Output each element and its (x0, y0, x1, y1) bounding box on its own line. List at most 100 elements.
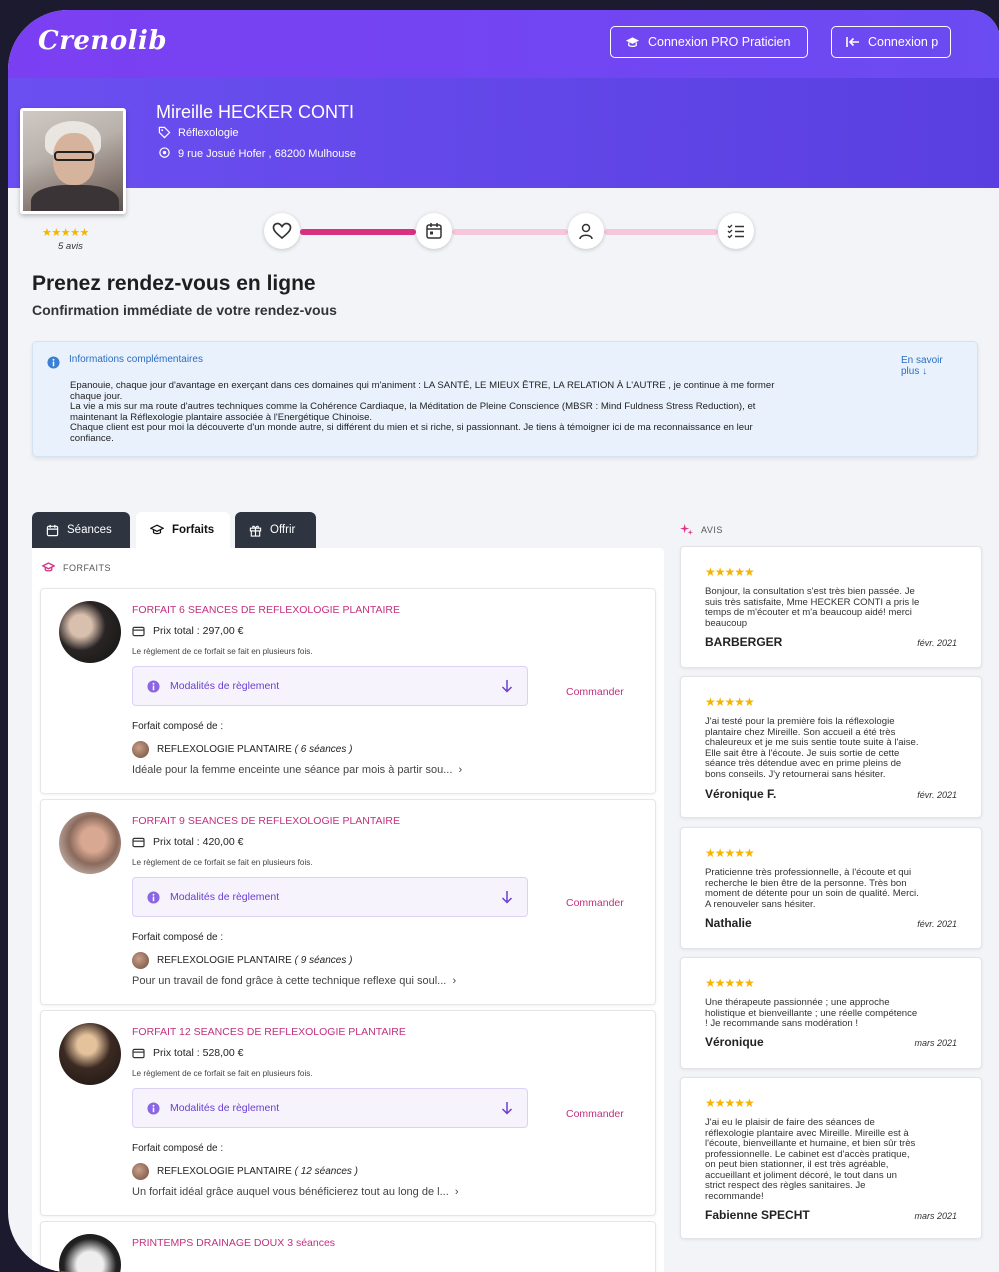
site-logo[interactable]: Crenolib (38, 26, 167, 56)
info-text: Epanouie, chaque jour d'avantage en exer… (70, 380, 870, 445)
price-text: Prix total : 420,00 € (153, 836, 244, 848)
description-text: Un forfait idéal grâce auquel vous bénéf… (132, 1186, 449, 1198)
tab-label: Séances (67, 524, 112, 536)
step-line-pending (604, 229, 718, 235)
composed-label: Forfait composé de : (132, 1143, 224, 1154)
forfait-description[interactable]: Pour un travail de fond grâce à cette te… (132, 975, 456, 987)
order-button[interactable]: Commander (566, 897, 624, 909)
forfait-price: Prix total : 297,00 € (132, 625, 243, 637)
payment-terms-dropdown[interactable]: Modalités de règlement (132, 1088, 528, 1128)
arrow-down-icon (501, 891, 513, 904)
payment-note: Le règlement de ce forfait se fait en pl… (132, 647, 313, 656)
address-row: 9 rue Josué Hofer , 68200 Mulhouse (158, 147, 356, 160)
review-author: Fabienne SPECHT (705, 1208, 810, 1222)
credit-card-icon (132, 1048, 145, 1058)
composed-label: Forfait composé de : (132, 932, 224, 943)
review-line: Une thérapeute passionnée ; une approche (705, 997, 890, 1008)
review-line: on peut bien stationner, il est très agr… (705, 1159, 889, 1170)
calendar-icon (46, 524, 59, 536)
pro-login-button[interactable]: Connexion PRO Praticien (610, 26, 808, 58)
app-window: Crenolib Connexion PRO Praticien Connexi… (8, 10, 999, 1272)
forfait-description[interactable]: Idéale pour la femme enceinte une séance… (132, 764, 462, 776)
section-label-text: AVIS (701, 524, 723, 535)
payment-terms-label: Modalités de règlement (170, 1102, 280, 1114)
review-line: beaucoup (705, 617, 748, 629)
section-label-text: FORFAITS (63, 562, 112, 573)
step-favorite[interactable] (264, 213, 300, 249)
price-text: Prix total : 297,00 € (153, 625, 244, 637)
component-row: REFLEXOLOGIE PLANTAIRE ( 12 séances ) (132, 1163, 358, 1180)
review-card: ★★★★★ Praticienne très professionnelle, … (680, 827, 982, 949)
forfait-card: FORFAIT 6 SEANCES DE REFLEXOLOGIE PLANTA… (40, 588, 656, 794)
info-icon (47, 356, 60, 369)
component-name: REFLEXOLOGIE PLANTAIRE (157, 1166, 292, 1177)
forfait-description[interactable]: Un forfait idéal grâce auquel vous bénéf… (132, 1186, 459, 1198)
chevron-right-icon: › (454, 1186, 459, 1198)
info-title: Informations complémentaires (69, 354, 203, 365)
tab-forfaits[interactable]: Forfaits (136, 512, 230, 548)
review-line: J'ai eu le plaisir de faire des séances … (705, 1117, 875, 1128)
session-count: ( 12 séances ) (294, 1166, 359, 1177)
component-thumb (132, 952, 149, 969)
payment-terms-dropdown[interactable]: Modalités de règlement (132, 877, 528, 917)
credit-card-icon (132, 837, 145, 847)
order-button[interactable]: Commander (566, 686, 624, 698)
review-card: ★★★★★ Une thérapeute passionnée ; une ap… (680, 957, 982, 1069)
step-date[interactable] (416, 213, 452, 249)
forfait-image (59, 601, 121, 663)
chevron-right-icon: › (458, 764, 463, 776)
review-author: BARBERGER (705, 635, 783, 649)
review-date: févr. 2021 (917, 919, 957, 929)
reviews-count[interactable]: 5 avis (58, 241, 83, 252)
tab-seances[interactable]: Séances (32, 512, 130, 548)
review-author: Véronique F. (705, 787, 777, 801)
read-more-link[interactable]: En savoir plus ↓ (901, 355, 953, 377)
tab-label: Forfaits (172, 524, 215, 536)
forfait-price: Prix total : 528,00 € (132, 1047, 243, 1059)
reviews-section-label: AVIS (680, 523, 723, 536)
forfait-title: PRINTEMPS DRAINAGE DOUX 3 séances (132, 1237, 336, 1249)
profile-header (8, 78, 999, 188)
graduation-cap-icon (150, 524, 164, 535)
info-line: Epanouie, chaque jour d'avantage en exer… (70, 380, 775, 391)
step-confirm[interactable] (718, 213, 754, 249)
forfait-card: PRINTEMPS DRAINAGE DOUX 3 séances (40, 1221, 656, 1272)
checklist-icon (727, 224, 744, 239)
specialty-row: Réflexologie (158, 126, 239, 139)
info-line: Chaque client est pour moi la découverte… (70, 422, 753, 434)
review-text: J'ai eu le plaisir de faire des séances … (705, 1117, 957, 1202)
tab-offrir[interactable]: Offrir (235, 512, 316, 548)
forfait-card: FORFAIT 12 SEANCES DE REFLEXOLOGIE PLANT… (40, 1010, 656, 1216)
booking-stepper (264, 213, 754, 249)
composed-label: Forfait composé de : (132, 721, 224, 732)
payment-terms-label: Modalités de règlement (170, 891, 280, 903)
review-line: moment de détente pour un soin de qualit… (705, 888, 919, 899)
info-line: confiance. (70, 432, 114, 444)
forfait-image (59, 1023, 121, 1085)
info-box: Informations complémentaires En savoir p… (32, 341, 978, 457)
review-card: ★★★★★ J'ai eu le plaisir de faire des sé… (680, 1077, 982, 1239)
session-count: ( 9 séances ) (294, 955, 353, 966)
page-title: Prenez rendez-vous en ligne (32, 272, 316, 295)
review-line: bons conseils. J'y retournerai sans hési… (705, 768, 886, 780)
review-line: l'écoute, bienveillante et humaine, et b… (705, 1138, 916, 1149)
payment-terms-label: Modalités de règlement (170, 680, 280, 692)
info-icon (147, 679, 160, 693)
payment-terms-dropdown[interactable]: Modalités de règlement (132, 666, 528, 706)
arrow-down-icon (501, 680, 513, 693)
login-button[interactable]: Connexion p (831, 26, 951, 58)
forfait-title: FORFAIT 6 SEANCES DE REFLEXOLOGIE PLANTA… (132, 604, 401, 616)
component-name: REFLEXOLOGIE PLANTAIRE (157, 955, 292, 966)
tab-label: Offrir (270, 524, 296, 536)
review-card: ★★★★★ Bonjour, la consultation s'est trè… (680, 546, 982, 668)
review-line: A renouveler sans hésiter. (705, 898, 816, 910)
review-line: recommande! (705, 1190, 764, 1202)
review-author: Nathalie (705, 916, 752, 930)
order-button[interactable]: Commander (566, 1108, 624, 1120)
rating-stars: ★★★★★ (42, 227, 89, 239)
forfait-image (59, 1234, 121, 1272)
component-thumb (132, 741, 149, 758)
review-text: Bonjour, la consultation s'est très bien… (705, 586, 957, 629)
step-identity[interactable] (568, 213, 604, 249)
review-date: mars 2021 (914, 1038, 957, 1048)
